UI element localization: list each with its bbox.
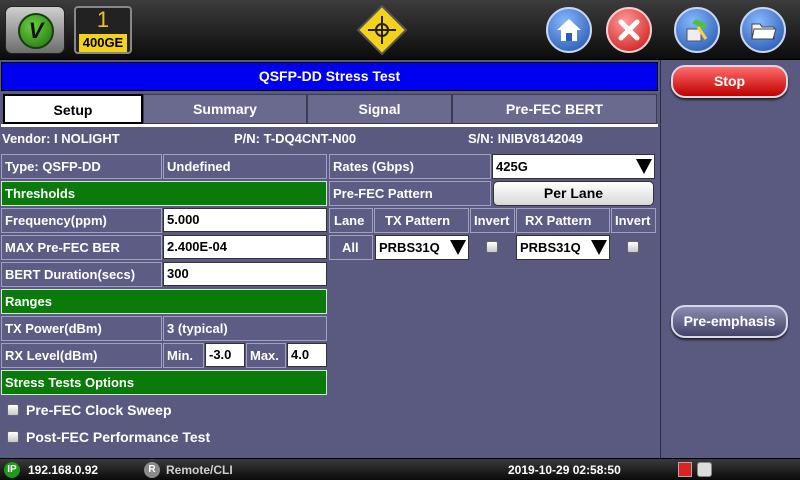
alarm-icon[interactable] bbox=[678, 462, 692, 477]
vendor-text: Vendor: I NOLIGHT bbox=[2, 131, 120, 146]
rx-max-label: Max. bbox=[246, 343, 286, 368]
pattern-label: Pre-FEC Pattern bbox=[329, 181, 491, 206]
tx-pattern-value: PRBS31Q bbox=[379, 240, 440, 255]
per-lane-button[interactable]: Per Lane bbox=[493, 181, 654, 206]
date-time: 2019-10-29 02:58:50 bbox=[508, 463, 621, 477]
dropdown-arrow-icon bbox=[450, 240, 466, 255]
close-button[interactable] bbox=[606, 7, 652, 53]
rx-min-label: Min. bbox=[163, 343, 204, 368]
tab-summary[interactable]: Summary bbox=[143, 94, 307, 124]
invert-rx-checkbox[interactable] bbox=[627, 241, 639, 253]
port-number: 1 bbox=[96, 7, 110, 32]
serial-number-text: S/N: INIBV8142049 bbox=[468, 131, 583, 146]
rx-pattern-value: PRBS31Q bbox=[520, 240, 581, 255]
logo-icon: V bbox=[28, 18, 44, 43]
folder-button[interactable] bbox=[740, 7, 786, 53]
bert-duration-input[interactable]: 300 bbox=[163, 262, 327, 286]
tx-power-label: TX Power(dBm) bbox=[1, 316, 162, 341]
col-tx-pattern-header: TX Pattern bbox=[374, 208, 469, 233]
type-label: Type: QSFP-DD bbox=[1, 154, 162, 179]
ranges-header: Ranges bbox=[1, 289, 327, 314]
col-invert-rx-header: Invert bbox=[611, 208, 656, 233]
frequency-label: Frequency(ppm) bbox=[1, 208, 162, 233]
remote-status: Remote/CLI bbox=[166, 463, 233, 477]
bert-duration-label: BERT Duration(secs) bbox=[1, 262, 162, 287]
tools-button[interactable] bbox=[674, 7, 720, 53]
max-ber-label: MAX Pre-FEC BER bbox=[1, 235, 162, 260]
rx-level-label: RX Level(dBm) bbox=[1, 343, 162, 368]
app-logo-button[interactable]: V bbox=[5, 6, 65, 54]
port-badge[interactable]: 1 400GE bbox=[74, 6, 132, 54]
tab-underline bbox=[1, 124, 658, 127]
ip-icon: IP bbox=[4, 462, 20, 478]
page-title: QSFP-DD Stress Test bbox=[1, 62, 658, 91]
rx-min-input[interactable]: -3.0 bbox=[205, 343, 245, 367]
close-icon bbox=[618, 19, 640, 41]
crosshair-icon[interactable] bbox=[356, 4, 408, 56]
tab-setup[interactable]: Setup bbox=[3, 94, 143, 124]
max-ber-input[interactable]: 2.400E-04 bbox=[163, 235, 327, 259]
rx-max-input[interactable]: 4.0 bbox=[287, 343, 327, 367]
side-panel bbox=[660, 60, 800, 458]
dropdown-arrow-icon bbox=[636, 159, 652, 174]
ip-address: 192.168.0.92 bbox=[28, 463, 99, 477]
pre-emphasis-button[interactable]: Pre-emphasis bbox=[671, 305, 788, 338]
frequency-input[interactable]: 5.000 bbox=[163, 208, 327, 232]
post-fec-label: Post-FEC Performance Test bbox=[26, 429, 211, 445]
settings-icon[interactable] bbox=[697, 462, 712, 477]
tab-signal[interactable]: Signal bbox=[307, 94, 452, 124]
tx-power-value: 3 (typical) bbox=[163, 316, 327, 341]
type-value: Undefined bbox=[163, 154, 327, 179]
thresholds-header: Thresholds bbox=[1, 181, 327, 206]
home-button[interactable] bbox=[546, 7, 592, 53]
stop-button[interactable]: Stop bbox=[671, 65, 788, 98]
tab-pre-fec-bert[interactable]: Pre-FEC BERT bbox=[452, 94, 657, 124]
col-rx-pattern-header: RX Pattern bbox=[516, 208, 610, 233]
stress-options-header: Stress Tests Options bbox=[1, 370, 327, 395]
invert-tx-checkbox[interactable] bbox=[486, 241, 498, 253]
clock-sweep-checkbox[interactable] bbox=[7, 404, 19, 416]
folder-icon bbox=[751, 23, 777, 40]
col-lane-header: Lane bbox=[329, 208, 373, 233]
dropdown-arrow-icon bbox=[591, 240, 607, 255]
rates-value: 425G bbox=[496, 159, 528, 174]
col-invert-tx-header: Invert bbox=[470, 208, 515, 233]
tools-icon bbox=[686, 19, 708, 42]
tx-pattern-select[interactable]: PRBS31Q bbox=[375, 235, 469, 260]
post-fec-checkbox[interactable] bbox=[7, 431, 19, 443]
port-rate: 400GE bbox=[79, 34, 127, 52]
home-icon bbox=[557, 19, 581, 41]
status-bar: IP 192.168.0.92 R Remote/CLI 2019-10-29 … bbox=[0, 458, 800, 480]
remote-icon: R bbox=[144, 462, 160, 478]
clock-sweep-label: Pre-FEC Clock Sweep bbox=[26, 402, 172, 418]
part-number-text: P/N: T-DQ4CNT-N00 bbox=[234, 131, 357, 146]
rx-pattern-select[interactable]: PRBS31Q bbox=[516, 235, 610, 260]
rates-select[interactable]: 425G bbox=[492, 154, 655, 179]
rates-label: Rates (Gbps) bbox=[329, 154, 491, 179]
row-lane-all: All bbox=[329, 235, 373, 260]
